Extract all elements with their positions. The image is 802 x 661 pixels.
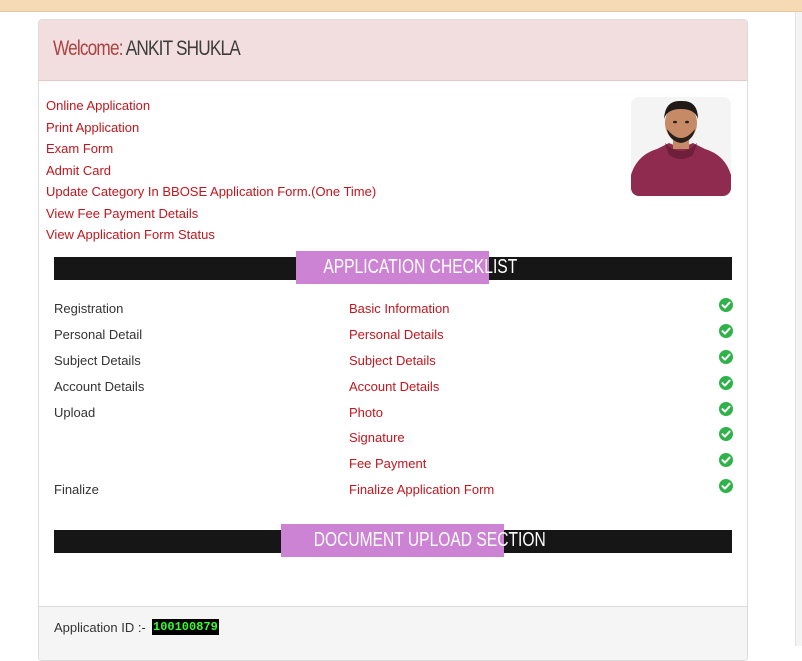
checklist-row: Registration Basic Information <box>39 298 747 321</box>
scrollbar-track[interactable] <box>795 12 802 646</box>
step-label: Account Details <box>54 379 145 394</box>
dashboard-panel: Welcome: ANKIT SHUKLA Online Application… <box>38 19 748 661</box>
step-label: Subject Details <box>54 353 141 368</box>
step-label: Personal Detail <box>54 327 143 342</box>
checklist-row: Personal Detail Personal Details <box>39 324 747 347</box>
checklist-item: Account Details <box>349 379 440 394</box>
checklist-item: Finalize Application Form <box>349 482 495 497</box>
step-label: Registration <box>54 301 124 316</box>
user-photo <box>631 97 731 196</box>
checklist-row: Fee Payment <box>39 453 747 476</box>
checklist-title: APPLICATION CHECKLIST <box>296 251 517 284</box>
checklist-item: Personal Details <box>349 327 444 342</box>
link-admit-card[interactable]: Admit Card <box>46 163 376 185</box>
link-print-application[interactable]: Print Application <box>46 120 376 142</box>
panel-header: Welcome: ANKIT SHUKLA <box>39 20 747 81</box>
check-circle-icon <box>719 376 733 390</box>
checklist-row: Signature <box>39 427 747 450</box>
check-circle-icon <box>719 402 733 416</box>
checklist-item: Subject Details <box>349 353 436 368</box>
check-circle-icon <box>719 453 733 467</box>
checklist-row: Account Details Account Details <box>39 376 747 399</box>
navigation-links: Online Application Print Application Exa… <box>46 98 376 249</box>
step-label: Upload <box>54 405 96 420</box>
browser-top-strip <box>0 0 802 12</box>
checklist-item: Fee Payment <box>349 456 427 471</box>
checklist-item: Signature <box>349 430 405 445</box>
link-application-status[interactable]: View Application Form Status <box>46 227 376 249</box>
application-id-label: Application ID :- <box>54 620 146 635</box>
link-exam-form[interactable]: Exam Form <box>46 141 376 163</box>
document-section-title: DOCUMENT UPLOAD SECTION <box>281 524 546 557</box>
step-label: Finalize <box>54 482 99 497</box>
user-name: ANKIT SHUKLA <box>125 37 241 60</box>
welcome-label: Welcome: <box>53 37 124 60</box>
checklist-row: Subject Details Subject Details <box>39 350 747 373</box>
check-circle-icon <box>719 350 733 364</box>
application-id-value: 100100879 <box>152 619 219 635</box>
welcome-heading: Welcome: ANKIT SHUKLA <box>53 37 241 61</box>
panel-footer: Application ID :- 100100879 <box>39 606 747 660</box>
link-update-category[interactable]: Update Category In BBOSE Application For… <box>46 184 376 206</box>
link-online-application[interactable]: Online Application <box>46 98 376 120</box>
checklist-item: Basic Information <box>349 301 450 316</box>
checklist-item: Photo <box>349 405 383 420</box>
check-circle-icon <box>719 324 733 338</box>
link-fee-payment-details[interactable]: View Fee Payment Details <box>46 206 376 228</box>
check-circle-icon <box>719 427 733 441</box>
check-circle-icon <box>719 298 733 312</box>
checklist-row: Finalize Finalize Application Form <box>39 479 747 502</box>
check-circle-icon <box>719 479 733 493</box>
checklist-row: Upload Photo <box>39 402 747 425</box>
